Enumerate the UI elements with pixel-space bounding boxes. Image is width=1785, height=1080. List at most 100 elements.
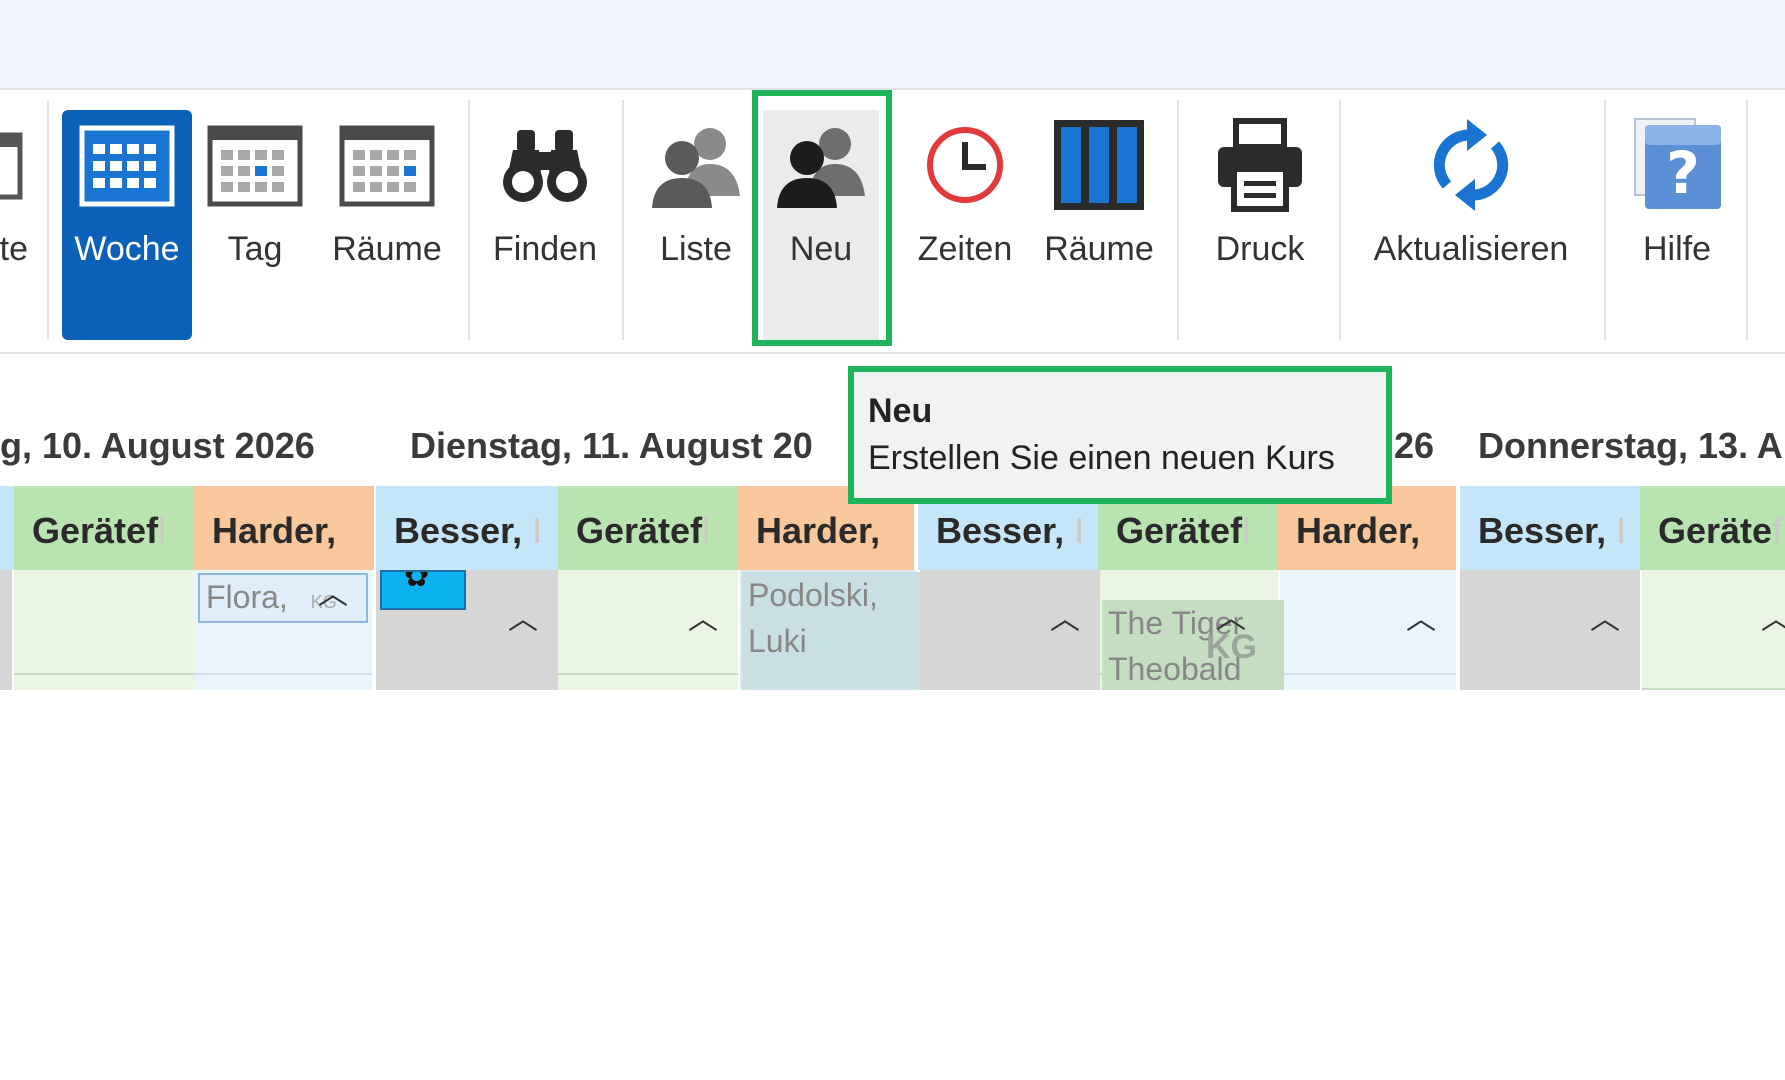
day-header-thursday: Donnerstag, 13. A	[1478, 425, 1783, 466]
chevron-up-icon[interactable]: ︿	[688, 594, 718, 638]
times-button[interactable]: Zeiten	[903, 110, 1027, 340]
grid-line	[558, 673, 738, 675]
day-header-monday: g, 10. August 2026	[0, 425, 315, 466]
resource-header[interactable]: Besser, I	[376, 486, 558, 570]
day-header-wednesday: 26	[1394, 425, 1435, 466]
ribbon-button-label: Räume	[1044, 230, 1154, 268]
refresh-button[interactable]: Aktualisieren	[1358, 110, 1584, 340]
chevron-up-icon[interactable]: ︿	[1761, 594, 1785, 638]
new-course-button[interactable]: Neu	[763, 110, 879, 340]
ribbon-button-label: Räume	[332, 230, 442, 268]
ribbon-button-label: Druck	[1215, 230, 1305, 268]
chevron-up-icon[interactable]: ︿	[1050, 594, 1080, 638]
schedule-column[interactable]: ︿	[920, 570, 1100, 690]
ribbon-toolbar: te Woche Tag Räume Finden Liste Neu Zeit…	[0, 90, 1785, 354]
resource-name: Besser,	[394, 510, 523, 551]
schedule-column[interactable]: ︿	[558, 570, 738, 690]
people-list-icon	[648, 110, 744, 220]
columns-rooms-icon	[1051, 110, 1147, 220]
chevron-up-icon[interactable]: ︿	[1216, 600, 1246, 642]
resource-name-fade: l	[702, 510, 711, 551]
resource-name: Besser,	[936, 510, 1065, 551]
ribbon-button-cut-off[interactable]: te	[0, 110, 30, 340]
course-event-podolski[interactable]: Podolski, Luki	[742, 572, 920, 690]
find-button[interactable]: Finden	[480, 110, 610, 340]
svg-text:?: ?	[1666, 139, 1700, 207]
grid-line	[1280, 673, 1456, 675]
grid-line	[14, 673, 194, 675]
printer-icon	[1212, 110, 1308, 220]
course-event-theobald[interactable]: The Tiger Theobald KG ︿	[1102, 600, 1284, 690]
ribbon-button-label: Aktualisieren	[1373, 230, 1569, 268]
ribbon-separator	[1604, 100, 1606, 340]
resource-name: Harder,	[1296, 510, 1421, 551]
course-event-blue[interactable]: ✿	[380, 570, 466, 610]
binoculars-icon	[499, 110, 591, 220]
resource-name: Besser,	[1478, 510, 1607, 551]
resource-name-fade: l	[1242, 510, 1251, 551]
resource-name: Gerätef	[1116, 510, 1243, 551]
resource-name: Gerätef	[32, 510, 159, 551]
resource-name: Geräte	[1658, 510, 1773, 551]
clock-icon	[922, 110, 1008, 220]
week-view-button[interactable]: Woche	[62, 110, 192, 340]
grid-line	[194, 673, 372, 675]
ribbon-separator	[1746, 100, 1748, 340]
tooltip-title: Neu	[868, 392, 933, 430]
ribbon-separator	[622, 100, 624, 340]
print-button[interactable]: Druck	[1200, 110, 1320, 340]
list-button[interactable]: Liste	[640, 110, 752, 340]
resource-header[interactable]: Gerätef	[1640, 486, 1785, 570]
tooltip-neu: Neu Erstellen Sie einen neuen Kurs	[848, 366, 1392, 504]
ribbon-button-label: Hilfe	[1642, 230, 1712, 268]
resource-name-fade: I	[1074, 510, 1085, 551]
rooms-columns-button[interactable]: Räume	[1034, 110, 1164, 340]
resource-name: Gerätef	[576, 510, 703, 551]
tooltip-description: Erstellen Sie einen neuen Kurs	[868, 439, 1335, 477]
event-title: Flora,	[206, 579, 288, 615]
resource-name-fade: f	[1772, 510, 1783, 551]
resource-header[interactable]	[0, 486, 14, 570]
day-view-button[interactable]: Tag	[200, 110, 310, 340]
ribbon-separator	[1339, 100, 1341, 340]
schedule-column[interactable]: ︿	[1642, 570, 1785, 690]
resource-header[interactable]: Gerätefl	[14, 486, 194, 570]
resource-name: Harder,	[212, 510, 337, 551]
help-icon: ?	[1629, 110, 1725, 220]
schedule-column[interactable]	[14, 570, 194, 690]
chevron-up-icon[interactable]: ︿	[508, 594, 538, 638]
rooms-calendar-button[interactable]: Räume	[322, 110, 452, 340]
calendar-icon	[0, 110, 30, 220]
chevron-up-icon[interactable]: ︿	[1406, 594, 1436, 638]
schedule-column[interactable]	[0, 570, 12, 690]
chevron-up-icon[interactable]: ︿	[1590, 594, 1620, 638]
ribbon-button-label: Liste	[660, 230, 732, 268]
day-header-tuesday: Dienstag, 11. August 20	[410, 425, 813, 466]
resource-header[interactable]: Harder,	[194, 486, 374, 570]
calendar-week-icon	[79, 110, 175, 220]
ribbon-separator	[47, 100, 49, 340]
resource-header[interactable]: Gerätefl	[558, 486, 738, 570]
resource-name-fade: l	[158, 510, 167, 551]
ribbon-button-label: te	[0, 230, 28, 268]
ribbon-button-label: Zeiten	[917, 230, 1013, 268]
chevron-up-icon[interactable]: ︿	[318, 575, 348, 617]
ribbon-button-label: Woche	[74, 230, 180, 268]
ribbon-button-label: Tag	[227, 230, 283, 268]
people-new-icon	[773, 110, 869, 220]
resource-name-fade: I	[1616, 510, 1627, 551]
title-bar	[0, 0, 1785, 90]
ribbon-separator	[1177, 100, 1179, 340]
ribbon-button-label: Neu	[789, 230, 853, 268]
schedule-column[interactable]: ︿	[1280, 570, 1456, 690]
help-button[interactable]: ? Hilfe	[1622, 110, 1732, 340]
course-event-flora[interactable]: Flora, KG ︿	[198, 573, 368, 623]
schedule-column[interactable]: ︿	[1460, 570, 1640, 690]
calendar-rooms-icon	[339, 110, 435, 220]
ribbon-separator	[468, 100, 470, 340]
resource-name-fade: I	[532, 510, 543, 551]
app-window: te Woche Tag Räume Finden Liste Neu Zeit…	[0, 0, 1785, 690]
calendar-day-icon	[207, 110, 303, 220]
resource-header[interactable]: Besser, I	[1460, 486, 1640, 570]
event-title: Podolski, Luki	[748, 577, 878, 659]
